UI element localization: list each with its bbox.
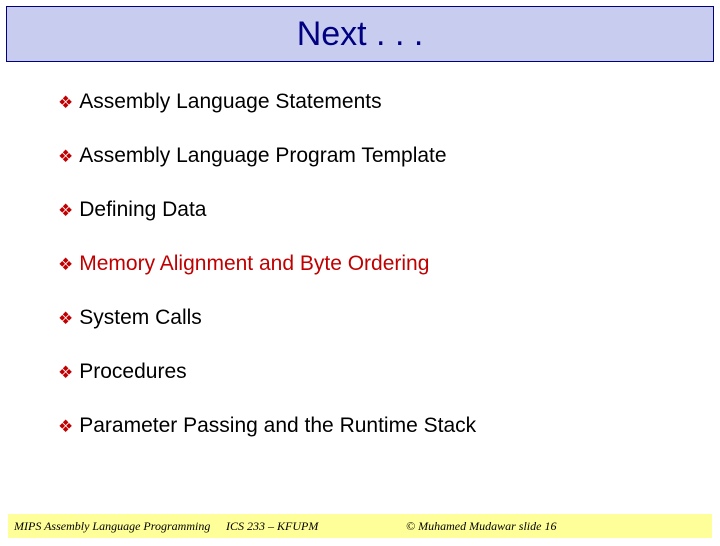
- list-item: ❖ System Calls: [58, 306, 720, 330]
- slide-title: Next . . .: [297, 15, 424, 54]
- title-banner: Next . . .: [6, 6, 714, 62]
- footer-bar: MIPS Assembly Language Programming ICS 2…: [8, 514, 712, 538]
- footer-author-slide: © Muhamed Mudawar slide 16: [406, 519, 712, 534]
- list-item: ❖ Assembly Language Statements: [58, 90, 720, 114]
- bullet-label: Parameter Passing and the Runtime Stack: [79, 414, 476, 438]
- bullet-label: System Calls: [79, 306, 202, 330]
- list-item: ❖ Procedures: [58, 360, 720, 384]
- list-item: ❖ Assembly Language Program Template: [58, 144, 720, 168]
- list-item: ❖ Parameter Passing and the Runtime Stac…: [58, 414, 720, 438]
- content-area: ❖ Assembly Language Statements ❖ Assembl…: [0, 62, 720, 438]
- footer-course-code: ICS 233 – KFUPM: [226, 519, 406, 534]
- diamond-bullet-icon: ❖: [58, 92, 73, 114]
- bullet-label: Defining Data: [79, 198, 206, 222]
- list-item: ❖ Memory Alignment and Byte Ordering: [58, 252, 720, 276]
- diamond-bullet-icon: ❖: [58, 146, 73, 168]
- bullet-label-active: Memory Alignment and Byte Ordering: [79, 252, 429, 276]
- bullet-label: Assembly Language Program Template: [79, 144, 446, 168]
- diamond-bullet-icon: ❖: [58, 416, 73, 438]
- diamond-bullet-icon: ❖: [58, 362, 73, 384]
- diamond-bullet-icon: ❖: [58, 200, 73, 222]
- diamond-bullet-icon: ❖: [58, 308, 73, 330]
- list-item: ❖ Defining Data: [58, 198, 720, 222]
- bullet-label: Procedures: [79, 360, 186, 384]
- footer-course-title: MIPS Assembly Language Programming: [8, 519, 226, 534]
- diamond-bullet-icon: ❖: [58, 254, 73, 276]
- bullet-label: Assembly Language Statements: [79, 90, 381, 114]
